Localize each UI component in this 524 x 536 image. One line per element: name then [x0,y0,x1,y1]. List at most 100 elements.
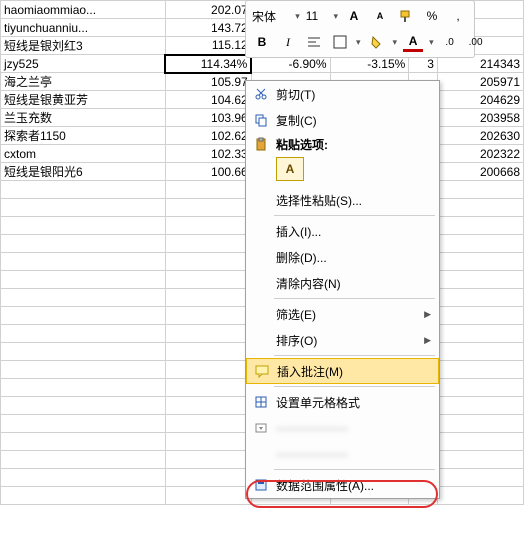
cell-name[interactable] [1,271,166,289]
cell-value[interactable]: 115.12 [165,37,251,55]
bold-button[interactable]: B [252,32,272,52]
cell-value[interactable] [165,487,251,505]
chevron-down-icon[interactable]: ▾ [295,11,300,22]
cell-name[interactable]: 探索者1150 [1,127,166,145]
cell-big[interactable] [437,235,523,253]
chevron-down-icon[interactable]: ▾ [393,37,398,48]
cell-name[interactable]: haomiaommiao... [1,1,166,19]
cell-name[interactable] [1,343,166,361]
cell-name[interactable] [1,415,166,433]
cell-name[interactable] [1,325,166,343]
chevron-down-icon[interactable]: ▾ [429,37,434,48]
cell-name[interactable] [1,487,166,505]
percent-icon[interactable]: % [422,6,442,26]
cell-name[interactable]: 短线是银阳光6 [1,163,166,181]
cell-big[interactable] [437,379,523,397]
cell-value[interactable] [165,397,251,415]
cell-value[interactable]: 104.62 [165,91,251,109]
cell-name[interactable] [1,361,166,379]
align-icon[interactable] [304,32,324,52]
menu-paste-special[interactable]: 选择性粘贴(S)... [246,187,439,213]
shrink-font-icon[interactable]: A [370,6,390,26]
cell-value[interactable] [165,235,251,253]
paste-values-button[interactable]: A [276,157,304,181]
font-name-selector[interactable]: 宋体 [252,8,289,25]
cell-value[interactable] [165,451,251,469]
cell-value[interactable]: 100.66 [165,163,251,181]
cell-name[interactable] [1,235,166,253]
comma-icon[interactable]: , [448,6,468,26]
menu-data-range-properties[interactable]: 数据范围属性(A)... [246,472,439,498]
menu-clear-contents[interactable]: 清除内容(N) [246,270,439,296]
cell-big[interactable] [437,433,523,451]
cell-name[interactable] [1,253,166,271]
cell-value[interactable] [165,289,251,307]
menu-item-blurred-1[interactable]: —————— [246,415,439,441]
cell-big[interactable] [437,217,523,235]
border-icon[interactable] [330,32,350,52]
increase-decimal-icon[interactable]: .00 [466,32,486,52]
cell-big[interactable] [437,253,523,271]
cell-value[interactable]: 143.72 [165,19,251,37]
italic-button[interactable]: I [278,32,298,52]
menu-cut[interactable]: 剪切(T) [246,81,439,107]
cell-value[interactable] [165,181,251,199]
cell-name[interactable] [1,469,166,487]
cell-big[interactable] [437,451,523,469]
cell-big[interactable] [437,487,523,505]
chevron-down-icon[interactable]: ▾ [356,37,361,48]
cell-value[interactable] [165,361,251,379]
menu-insert-comment[interactable]: 插入批注(M) [246,358,439,384]
cell-value[interactable]: 103.96 [165,109,251,127]
cell-big[interactable]: 200668 [437,163,523,181]
cell-big[interactable]: 202322 [437,145,523,163]
cell-big[interactable] [437,415,523,433]
menu-copy[interactable]: 复制(C) [246,107,439,133]
cell-name[interactable] [1,451,166,469]
cell-value[interactable] [165,307,251,325]
cell-big[interactable] [437,271,523,289]
cell-big[interactable]: 202630 [437,127,523,145]
cell-name[interactable]: tiyunchuanniu... [1,19,166,37]
decrease-decimal-icon[interactable]: .0 [440,32,460,52]
cell-big[interactable] [437,181,523,199]
font-color-icon[interactable]: A [403,32,423,52]
cell-value[interactable] [165,325,251,343]
menu-delete[interactable]: 删除(D)... [246,244,439,270]
cell-name[interactable]: jzy525 [1,55,166,73]
cell-big[interactable] [437,199,523,217]
cell-big[interactable]: 204629 [437,91,523,109]
cell-big[interactable] [437,469,523,487]
cell-value[interactable]: 102.62 [165,127,251,145]
cell-name[interactable] [1,199,166,217]
cell-value[interactable]: 105.97 [165,73,251,91]
cell-name[interactable] [1,289,166,307]
cell-name[interactable] [1,181,166,199]
cell-name[interactable]: 短线是银刘红3 [1,37,166,55]
chevron-down-icon[interactable]: ▾ [333,11,338,22]
cell-name[interactable]: 兰玉充数 [1,109,166,127]
menu-sort[interactable]: 排序(O) ▶ [246,327,439,353]
menu-item-blurred-2[interactable]: —————— [246,441,439,467]
cell-value[interactable]: 114.34% [165,55,251,73]
cell-value[interactable]: 202.07 [165,1,251,19]
cell-big[interactable] [437,397,523,415]
cell-big[interactable] [437,343,523,361]
cell-name[interactable] [1,397,166,415]
cell-value[interactable] [165,217,251,235]
cell-big[interactable]: 203958 [437,109,523,127]
cell-value[interactable] [165,433,251,451]
cell-name[interactable] [1,217,166,235]
cell-big[interactable] [437,307,523,325]
format-painter-icon[interactable] [396,6,416,26]
cell-value[interactable] [165,379,251,397]
cell-name[interactable] [1,433,166,451]
font-size-selector[interactable]: 11 [306,9,328,23]
cell-big[interactable]: 205971 [437,73,523,91]
cell-value[interactable] [165,415,251,433]
cell-value[interactable] [165,469,251,487]
cell-value[interactable] [165,199,251,217]
menu-filter[interactable]: 筛选(E) ▶ [246,301,439,327]
cell-value[interactable]: 102.33 [165,145,251,163]
menu-insert[interactable]: 插入(I)... [246,218,439,244]
